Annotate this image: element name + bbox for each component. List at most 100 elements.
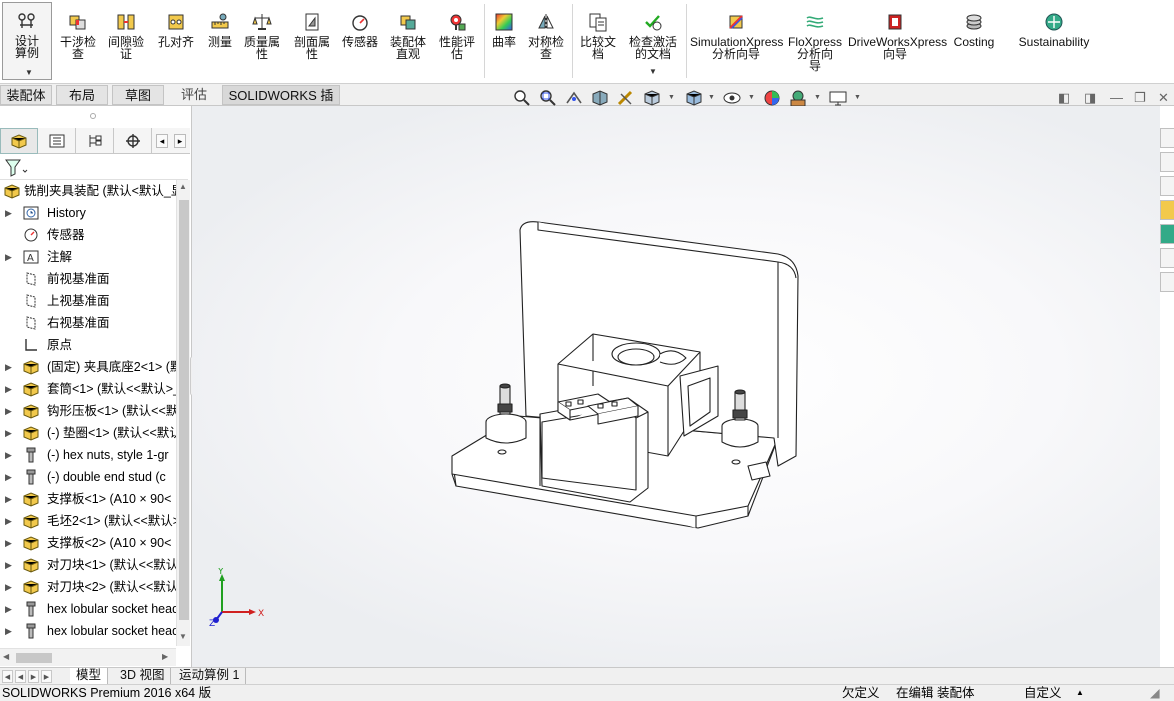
chevron-down-icon[interactable]: ▼ (649, 66, 657, 78)
chevron-down-icon[interactable]: ▼ (668, 94, 675, 101)
design-study-button[interactable]: 设计算例 ▼ (2, 2, 52, 80)
measure-button[interactable]: 测量 (204, 4, 236, 48)
expand-arrow-icon[interactable]: ▶ (5, 510, 12, 532)
expand-arrow-icon[interactable]: ▶ (5, 356, 12, 378)
scroll-thumb[interactable] (179, 200, 189, 620)
floxpress-button[interactable]: FloXpress 分析向 导 (786, 4, 844, 72)
expand-arrow-icon[interactable]: ▶ (5, 620, 12, 642)
tree-item[interactable]: ▶ (-) double end stud (c (0, 466, 176, 488)
symmetry-check-button[interactable]: 对称检 查 (524, 4, 568, 60)
expand-arrow-icon[interactable]: ▶ (5, 532, 12, 554)
view-orientation-icon[interactable] (642, 89, 662, 107)
panel-grip[interactable] (90, 113, 96, 119)
tree-item[interactable]: ▶ (-) hex nuts, style 1-gr (0, 444, 176, 466)
last-tab-icon[interactable]: ▶ (41, 670, 52, 683)
milling-fixture-model[interactable] (448, 216, 808, 546)
tab-dimxpertmanager[interactable] (114, 128, 152, 154)
display-style-icon[interactable] (684, 89, 704, 107)
expand-arrow-icon[interactable]: ▶ (5, 598, 12, 620)
hide-show-items-icon[interactable] (722, 89, 742, 107)
next-tab-icon[interactable]: ▶ (28, 670, 39, 683)
apply-scene-icon[interactable] (788, 89, 808, 107)
filter-icon[interactable] (4, 158, 28, 178)
hole-align-button[interactable]: 孔对齐 (154, 4, 198, 48)
tree-item[interactable]: ▶ 支撑板<1> (A10 × 90< (0, 488, 176, 510)
custom-properties-icon[interactable] (1160, 248, 1174, 268)
tile-left-icon[interactable]: ◧ (1058, 90, 1070, 106)
minimize-icon[interactable]: — (1110, 90, 1123, 105)
tree-item[interactable]: ▶ 支撑板<2> (A10 × 90< (0, 532, 176, 554)
tab-sketch[interactable]: 草图 (112, 85, 164, 105)
units-custom[interactable]: 自定义 (1024, 685, 1062, 701)
expand-arrow-icon[interactable]: ▶ (5, 400, 12, 422)
prev-tab-icon[interactable]: ◀ (15, 670, 26, 683)
tree-item[interactable]: 原点 (0, 334, 176, 356)
view-settings-icon[interactable] (828, 89, 848, 107)
zoom-to-fit-icon[interactable] (512, 89, 532, 107)
tab-3d-view[interactable]: 3D 视图 (114, 668, 172, 684)
simulationxpress-button[interactable]: SimulationXpress 分析向导 (690, 4, 783, 60)
tree-item[interactable]: ▶ 钩形压板<1> (默认<<默认>_显示状态 1>) (0, 400, 176, 422)
home-icon[interactable] (1160, 128, 1174, 148)
chevron-down-icon[interactable]: ▼ (708, 94, 715, 101)
tree-item[interactable]: ▶ hex lobular socket head (0, 620, 176, 642)
driveworksxpress-button[interactable]: DriveWorksXpress 向导 (848, 4, 947, 60)
section-props-button[interactable]: 剖面属 性 (290, 4, 334, 60)
tile-right-icon[interactable]: ◨ (1084, 90, 1096, 106)
reference-triad[interactable]: Y X Z (208, 568, 268, 628)
chevron-up-icon[interactable]: ▲ (1076, 685, 1084, 701)
dynamic-annotation-icon[interactable] (616, 89, 636, 107)
curvature-button[interactable]: 曲率 (488, 4, 520, 48)
scroll-right-icon[interactable]: ▶ (162, 652, 168, 661)
close-icon[interactable]: ✕ (1158, 90, 1169, 106)
edit-appearance-icon[interactable] (762, 89, 782, 107)
tab-propertymanager[interactable] (38, 128, 76, 154)
tab-featuremanager[interactable] (0, 128, 38, 154)
tree-horizontal-scrollbar[interactable]: ◀ ▶ (0, 648, 176, 666)
tab-scroll-left[interactable]: ◂ (156, 134, 168, 148)
tab-solidworks-addins[interactable]: SOLIDWORKS 插件 (222, 85, 340, 123)
resize-grip-icon[interactable]: ◢ (1150, 685, 1160, 701)
assembly-visualization-button[interactable]: 装配体 直观 (386, 4, 430, 60)
scroll-up-icon[interactable]: ▲ (179, 182, 187, 191)
check-active-doc-button[interactable]: 检查激活 的文档 ▼ (624, 4, 682, 76)
tree-item[interactable]: ▶ hex lobular socket head (0, 598, 176, 620)
tree-item[interactable]: ▶ 毛坯2<1> (默认<<默认>_显示状态 1>) (0, 510, 176, 532)
tree-item[interactable]: ▶ History (0, 202, 176, 224)
file-explorer-icon[interactable] (1160, 176, 1174, 196)
forum-icon[interactable] (1160, 272, 1174, 292)
zoom-to-area-icon[interactable] (538, 89, 558, 107)
tree-item[interactable]: 上视基准面 (0, 290, 176, 312)
tree-item[interactable]: ▶ 对刀块<2> (默认<<默认>_显示状态 1>) (0, 576, 176, 598)
expand-arrow-icon[interactable]: ▶ (5, 378, 12, 400)
expand-arrow-icon[interactable]: ▶ (5, 554, 12, 576)
tree-vertical-scrollbar[interactable]: ▲ ▼ (176, 180, 190, 646)
tab-motion-study[interactable]: 运动算例 1 (173, 668, 247, 684)
tab-layout[interactable]: 布局 (56, 85, 108, 105)
expand-arrow-icon[interactable]: ▶ (5, 444, 12, 466)
tree-item[interactable]: ▶ A 注解 (0, 246, 176, 268)
chevron-down-icon[interactable]: ▼ (854, 94, 861, 101)
sensor-button[interactable]: 传感器 (338, 4, 382, 48)
interference-button[interactable]: 干涉检 查 (56, 4, 100, 60)
tree-item[interactable]: 前视基准面 (0, 268, 176, 290)
scroll-left-icon[interactable]: ◀ (3, 652, 9, 661)
expand-arrow-icon[interactable]: ▶ (5, 202, 12, 224)
appearances-icon[interactable] (1160, 224, 1174, 244)
tab-scroll-right[interactable]: ▸ (174, 134, 186, 148)
costing-button[interactable]: Costing (946, 4, 1002, 48)
previous-view-icon[interactable] (564, 89, 584, 107)
tree-root-assembly[interactable]: 铣削夹具装配 (默认<默认_显示状态-1>) (0, 180, 176, 202)
tree-item[interactable]: 传感器 (0, 224, 176, 246)
tab-configurationmanager[interactable] (76, 128, 114, 154)
expand-arrow-icon[interactable]: ▶ (5, 246, 12, 268)
design-library-icon[interactable] (1160, 152, 1174, 172)
expand-arrow-icon[interactable]: ▶ (5, 576, 12, 598)
tab-model[interactable]: 模型 (70, 668, 109, 684)
scroll-down-icon[interactable]: ▼ (179, 632, 187, 641)
expand-arrow-icon[interactable]: ▶ (5, 422, 12, 444)
tree-item[interactable]: ▶ (固定) 夹具底座2<1> (默认<<默认>_显示状态 1>) (0, 356, 176, 378)
expand-arrow-icon[interactable]: ▶ (5, 466, 12, 488)
tab-assembly[interactable]: 装配体 (0, 85, 52, 105)
mass-props-button[interactable]: 质量属 性 (240, 4, 284, 60)
